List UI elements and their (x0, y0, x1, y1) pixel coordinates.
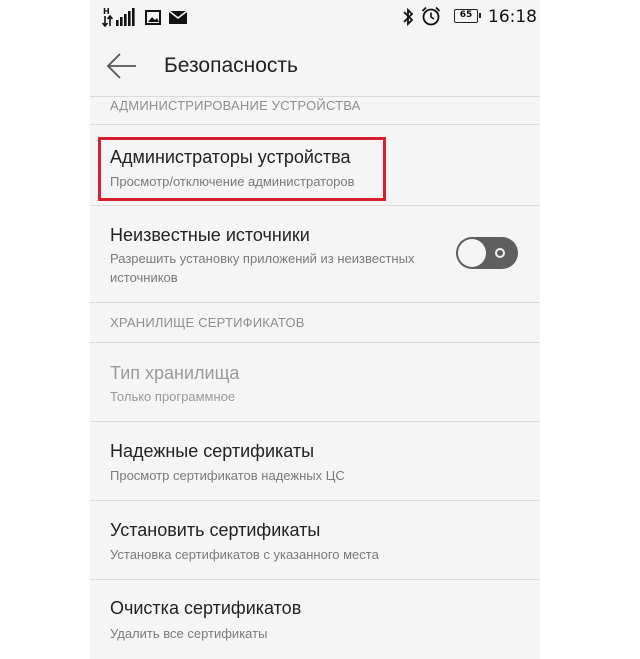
highlight-annotation (98, 137, 386, 201)
toggle-knob (458, 239, 486, 267)
item-title: Надежные сертификаты (110, 441, 315, 461)
item-title: Очистка сертификатов (110, 598, 302, 618)
divider (90, 302, 540, 303)
status-time: 16:18 (488, 7, 537, 27)
install-certs-item[interactable]: Установить сертификаты Установка сертифи… (90, 501, 540, 579)
signal-strength-icon (116, 8, 135, 26)
item-subtitle: Просмотр сертификатов надежных ЦС (110, 468, 345, 483)
network-type-label: H (103, 7, 110, 16)
item-subtitle: Только программное (110, 389, 236, 404)
item-subtitle-line: Разрешить установку приложений из неизве… (110, 251, 415, 266)
item-title: Неизвестные источники (110, 225, 310, 245)
mail-notification-icon (168, 10, 188, 24)
item-subtitle: Удалить все сертификаты (110, 626, 268, 641)
settings-screen: H 65 16:18 Безопасность АДМИНИСТРИРОВАНИ… (90, 0, 540, 659)
toolbar: Безопасность (90, 34, 540, 96)
toggle-off-icon (495, 248, 505, 258)
battery-icon: 65 (454, 9, 481, 23)
gallery-notification-icon (145, 10, 161, 25)
clear-certs-item[interactable]: Очистка сертификатов Удалить все сертифи… (90, 580, 540, 658)
section-header-cert-storage: ХРАНИЛИЩЕ СЕРТИФИКАТОВ (110, 315, 305, 330)
status-icons-left: H (102, 7, 188, 28)
item-subtitle: Разрешить установку приложений из неизве… (110, 249, 414, 287)
alarm-icon (421, 6, 441, 26)
trusted-certs-item[interactable]: Надежные сертификаты Просмотр сертификат… (90, 422, 540, 500)
item-subtitle: Установка сертификатов с указанного мест… (110, 547, 379, 562)
toolbar-divider (90, 96, 540, 97)
section-header-admin: АДМИНИСТРИРОВАНИЕ УСТРОЙСТВА (110, 98, 361, 113)
status-bar: H 65 16:18 (90, 0, 540, 34)
item-subtitle-line: источников (110, 270, 178, 285)
bluetooth-icon (403, 7, 414, 27)
page-title: Безопасность (164, 54, 298, 77)
storage-type-item: Тип хранилища Только программное (90, 343, 540, 421)
item-title: Установить сертификаты (110, 520, 321, 540)
unknown-sources-toggle[interactable] (456, 237, 518, 269)
back-arrow-icon[interactable] (104, 48, 140, 84)
network-type-icon: H (102, 7, 114, 28)
item-title: Тип хранилища (110, 363, 240, 383)
